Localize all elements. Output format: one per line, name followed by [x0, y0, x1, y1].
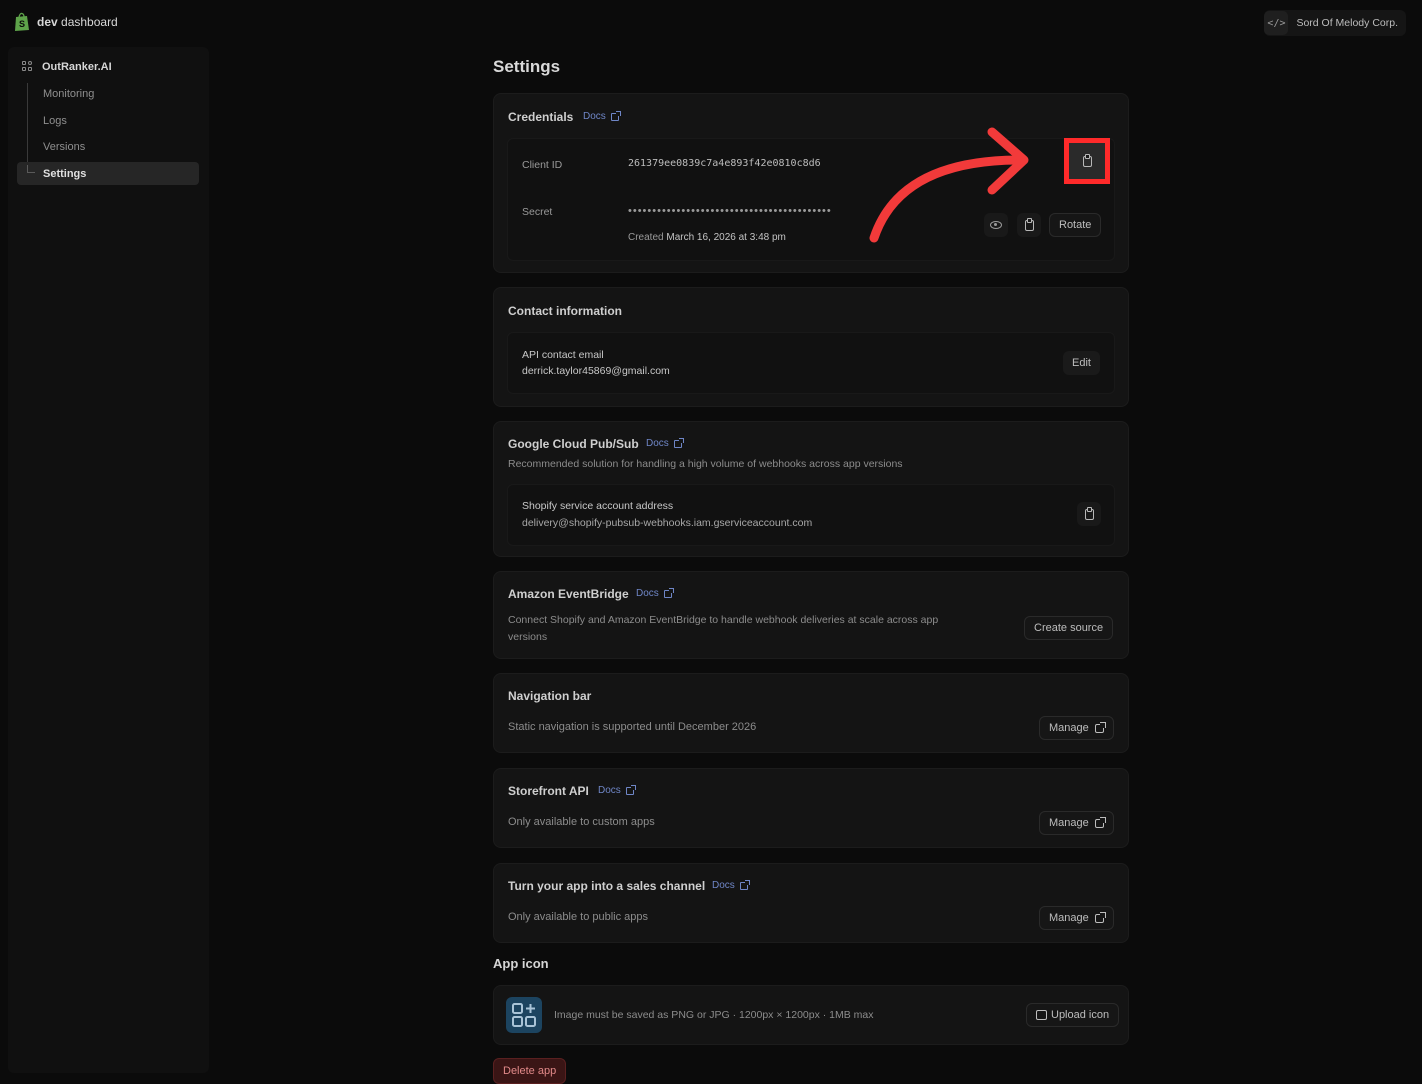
secret-created: Created March 16, 2026 at 3:48 pm: [628, 232, 786, 243]
navbar-description: Static navigation is supported until Dec…: [508, 721, 757, 733]
credentials-title: Credentials: [508, 110, 574, 124]
brand[interactable]: S dev dashboard: [13, 12, 118, 32]
secret-value: ••••••••••••••••••••••••••••••••••••••••…: [628, 205, 832, 217]
external-link-icon: [625, 784, 636, 795]
eventbridge-description-1: Connect Shopify and Amazon EventBridge t…: [508, 614, 939, 626]
annotation-arrow: [869, 127, 1029, 243]
org-name: Sord Of Melody Corp.: [1296, 17, 1398, 29]
eventbridge-title: Amazon EventBridge: [508, 587, 629, 601]
pubsub-title: Google Cloud Pub/Sub: [508, 437, 639, 451]
client-id-value: 261379ee0839c7a4e893f42e0810c8d6: [628, 158, 821, 169]
api-email-value: derrick.taylor45869@gmail.com: [522, 365, 670, 377]
service-account-value: delivery@shopify-pubsub-webhooks.iam.gse…: [522, 517, 813, 529]
apps-icon: [512, 1003, 536, 1027]
create-source-button[interactable]: Create source: [1024, 616, 1114, 640]
navbar-manage-button[interactable]: Manage: [1039, 716, 1114, 740]
secret-label: Secret: [522, 206, 553, 218]
app-icon-hint: Image must be saved as PNG or JPG · 1200…: [554, 1009, 874, 1021]
storefront-docs-link[interactable]: Docs: [598, 784, 636, 796]
external-link-icon: [610, 110, 621, 121]
contact-inner: API contact email derrick.taylor45869@gm…: [507, 332, 1115, 394]
client-id-label: Client ID: [522, 159, 563, 171]
sidebar-item-versions[interactable]: Versions: [43, 141, 85, 153]
external-link-icon: [1094, 721, 1106, 733]
sidebar: OutRanker.AI Monitoring Logs Versions Se…: [8, 47, 209, 1073]
credentials-docs-link[interactable]: Docs: [583, 110, 621, 122]
delete-app-button[interactable]: Delete app: [493, 1058, 567, 1084]
contact-title: Contact information: [508, 304, 622, 318]
storefront-description: Only available to custom apps: [508, 816, 655, 828]
storefront-title: Storefront API: [508, 784, 589, 798]
apps-icon: [22, 61, 34, 73]
external-link-icon: [673, 437, 684, 448]
tree-line: [27, 83, 28, 173]
upload-icon-button[interactable]: Upload icon: [1026, 1003, 1120, 1027]
app-icon-title: App icon: [493, 956, 549, 971]
image-upload-icon: [1036, 1010, 1047, 1020]
contact-card: Contact information API contact email de…: [493, 287, 1129, 407]
copy-service-account-button[interactable]: [1077, 502, 1101, 526]
sales-channel-manage-button[interactable]: Manage: [1039, 906, 1114, 930]
shopify-bag-icon: S: [15, 12, 29, 31]
code-icon: </>: [1264, 11, 1289, 35]
sales-channel-docs-link[interactable]: Docs: [712, 879, 750, 891]
storefront-card: Storefront API Docs Only available to cu…: [493, 768, 1129, 848]
external-link-icon: [1094, 816, 1106, 828]
brand-text: dev dashboard: [37, 15, 118, 29]
page-title: Settings: [493, 57, 561, 76]
sales-channel-title: Turn your app into a sales channel: [508, 879, 706, 893]
clipboard-icon: [1084, 506, 1094, 520]
sidebar-app[interactable]: OutRanker.AI: [22, 61, 112, 73]
svg-text:S: S: [19, 19, 25, 29]
org-switcher[interactable]: </> Sord Of Melody Corp.: [1264, 10, 1406, 36]
sidebar-item-settings-label: Settings: [43, 168, 87, 180]
external-link-icon: [1094, 911, 1106, 923]
storefront-manage-button[interactable]: Manage: [1039, 811, 1114, 835]
edit-email-button[interactable]: Edit: [1063, 351, 1100, 375]
eventbridge-card: Amazon EventBridge Docs Connect Shopify …: [493, 571, 1129, 659]
pubsub-inner: Shopify service account address delivery…: [507, 484, 1115, 546]
external-link-icon: [739, 879, 750, 890]
app-icon-preview: [506, 997, 542, 1033]
eventbridge-description-2: versions: [508, 631, 548, 643]
pubsub-docs-link[interactable]: Docs: [646, 437, 684, 449]
navbar-title: Navigation bar: [508, 689, 592, 703]
sales-channel-card: Turn your app into a sales channel Docs …: [493, 863, 1129, 943]
sidebar-item-monitoring[interactable]: Monitoring: [43, 88, 94, 100]
navbar-card: Navigation bar Static navigation is supp…: [493, 673, 1129, 753]
service-account-label: Shopify service account address: [522, 500, 674, 512]
api-email-label: API contact email: [522, 349, 604, 361]
pubsub-description: Recommended solution for handling a high…: [508, 458, 903, 470]
eventbridge-docs-link[interactable]: Docs: [636, 587, 674, 599]
copy-client-id-button[interactable]: [1064, 138, 1110, 184]
sales-channel-description: Only available to public apps: [508, 911, 649, 923]
pubsub-card: Google Cloud Pub/Sub Docs Recommended so…: [493, 421, 1129, 557]
top-bar: S dev dashboard </> Sord Of Melody Corp.: [0, 0, 1422, 44]
sidebar-app-name: OutRanker.AI: [42, 61, 112, 73]
external-link-icon: [663, 587, 674, 598]
rotate-button[interactable]: Rotate: [1049, 213, 1102, 237]
clipboard-icon: [1082, 153, 1092, 167]
tree-hook: [27, 165, 35, 173]
app-icon-card: Image must be saved as PNG or JPG · 1200…: [493, 985, 1129, 1045]
sidebar-item-logs[interactable]: Logs: [43, 115, 67, 127]
